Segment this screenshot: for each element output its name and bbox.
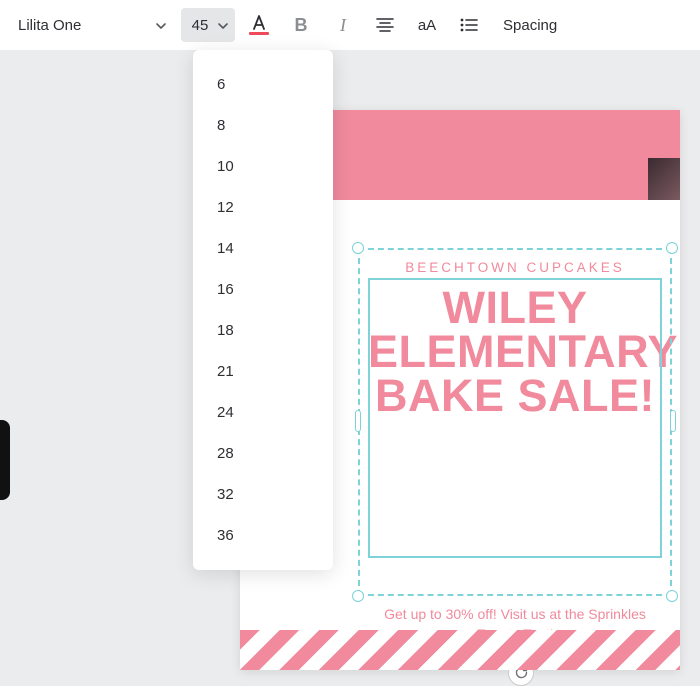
font-size-option[interactable]: 28 [193,433,333,474]
align-button[interactable] [367,7,403,43]
font-size-option[interactable]: 16 [193,269,333,310]
italic-button[interactable]: I [325,7,361,43]
canvas-area: BEECHTOWN CUPCAKES WILEY ELEMENTARY BAKE… [0,50,700,653]
text-color-button[interactable] [241,7,277,43]
text-toolbar: Lilita One B I aA S [0,0,700,50]
font-size-option[interactable]: 21 [193,351,333,392]
text-color-swatch [249,32,269,35]
font-size-option[interactable]: 6 [193,64,333,105]
font-size-option[interactable]: 14 [193,228,333,269]
font-family-label: Lilita One [18,17,81,34]
align-center-icon [376,18,394,32]
font-size-option[interactable]: 24 [193,392,333,433]
banner-photo [648,158,680,200]
font-size-dropdown[interactable]: 6810121416182124283236 [193,50,333,570]
list-button[interactable] [451,7,487,43]
font-family-picker[interactable]: Lilita One [10,13,175,38]
spacing-label: Spacing [503,17,557,34]
stripes-footer [240,630,680,670]
spacing-button[interactable]: Spacing [493,7,567,43]
bold-button[interactable]: B [283,7,319,43]
italic-icon: I [340,15,346,36]
font-size-option[interactable]: 18 [193,310,333,351]
font-size-option[interactable]: 36 [193,515,333,556]
resize-handle-br[interactable] [666,590,678,602]
side-panel-handle[interactable] [0,420,10,500]
font-size-picker[interactable] [181,8,235,42]
font-size-option[interactable]: 8 [193,105,333,146]
list-icon [460,18,478,32]
chevron-down-icon [217,19,229,31]
font-size-option[interactable]: 12 [193,187,333,228]
resize-handle-tr[interactable] [666,242,678,254]
font-size-option[interactable]: 10 [193,146,333,187]
resize-handle-tl[interactable] [352,242,364,254]
resize-handle-r[interactable] [670,410,676,432]
resize-handle-bl[interactable] [352,590,364,602]
text-color-icon [250,15,268,31]
font-size-option[interactable]: 32 [193,474,333,515]
case-icon: aA [418,17,436,34]
bold-icon: B [295,15,308,36]
font-size-input[interactable] [183,17,217,34]
uppercase-button[interactable]: aA [409,7,445,43]
selection-box-inner [368,278,662,558]
chevron-down-icon [155,19,167,31]
resize-handle-l[interactable] [355,410,361,432]
